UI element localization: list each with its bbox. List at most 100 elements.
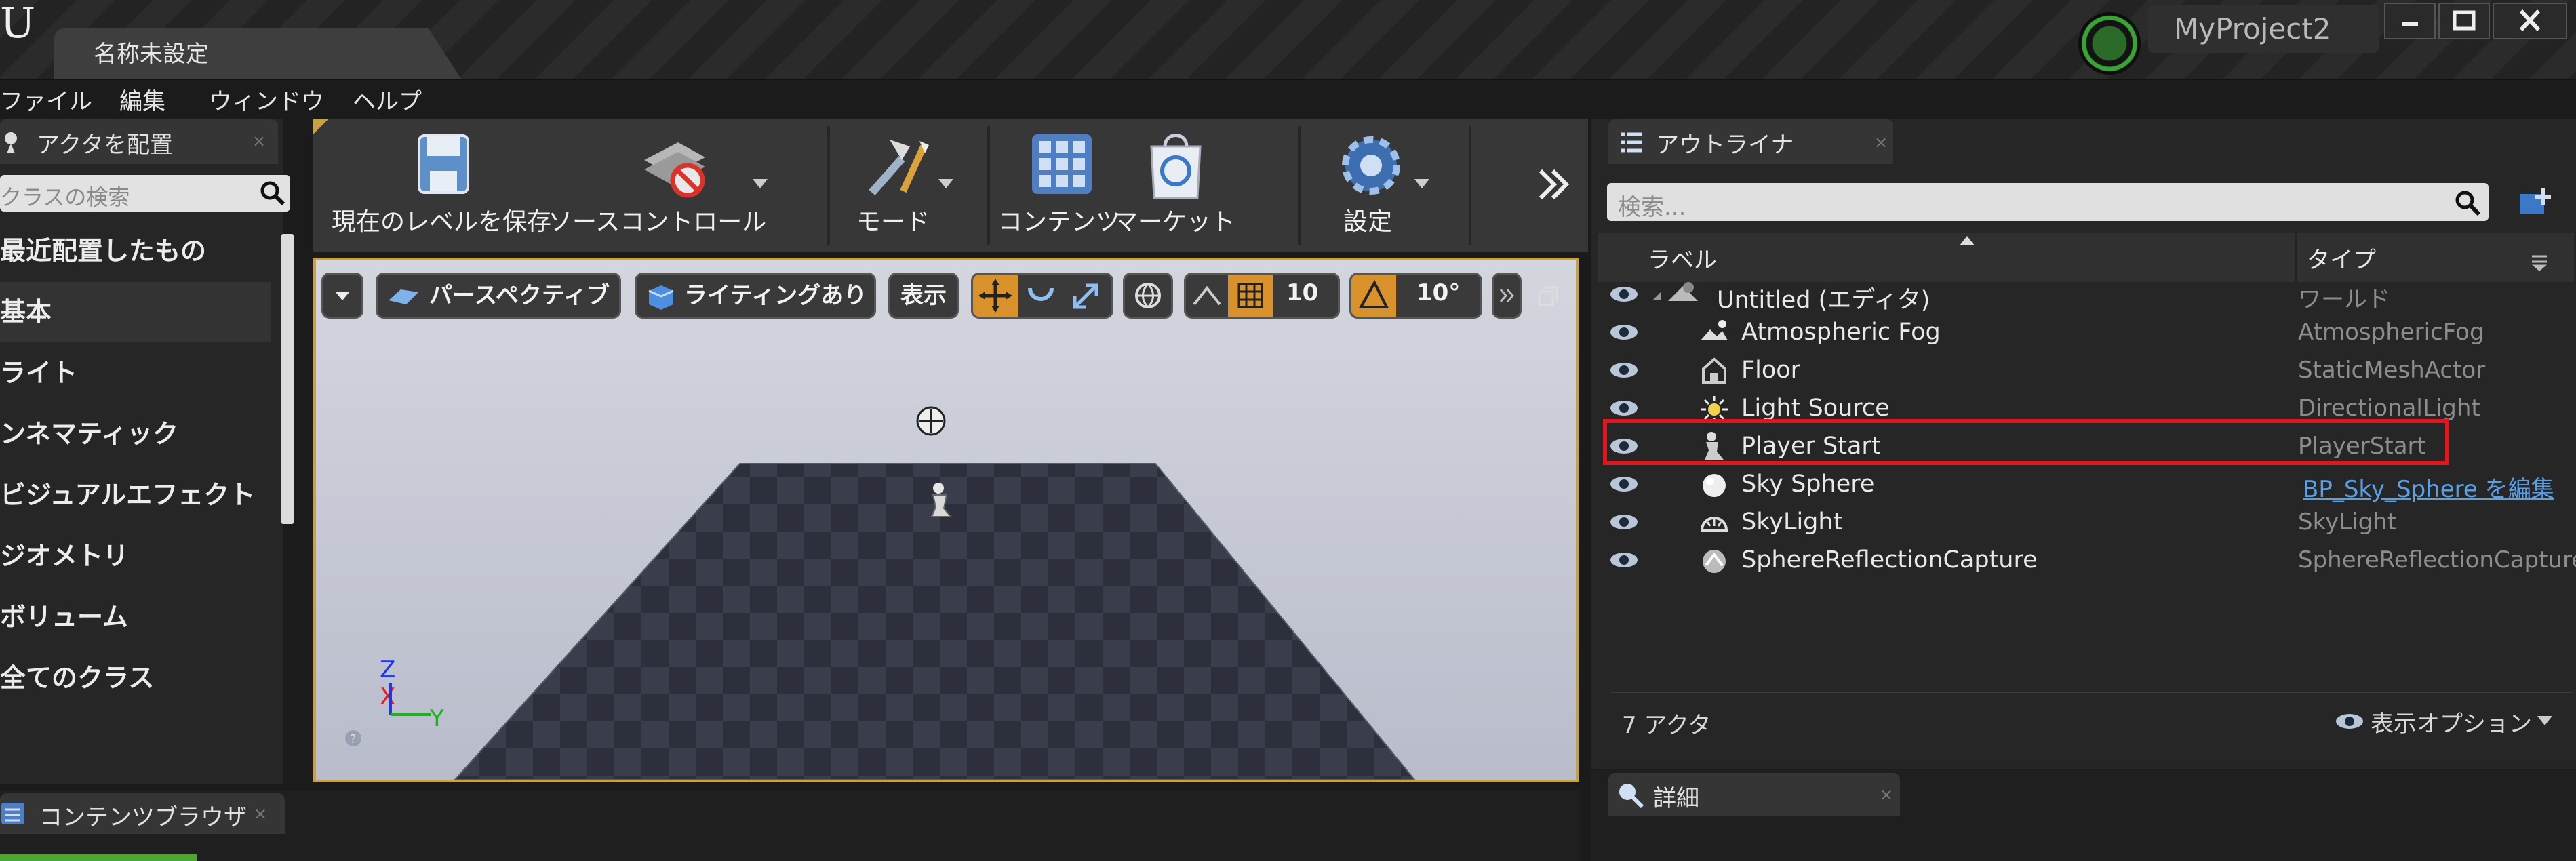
- category-cinematic[interactable]: ンネマティック: [0, 404, 271, 464]
- visibility-eye-icon[interactable]: [1607, 545, 1641, 575]
- minimize-button[interactable]: [2384, 3, 2436, 39]
- outliner-search-placeholder: 検索...: [1618, 194, 1686, 221]
- rotate-icon[interactable]: [1021, 281, 1061, 311]
- maximize-button[interactable]: [2438, 3, 2490, 39]
- lighting-button[interactable]: ライティングあり: [635, 273, 876, 319]
- unreal-logo: U: [0, 0, 36, 47]
- save-level-button[interactable]: 現在のレベルを保存: [330, 119, 553, 252]
- modes-label: モード: [856, 208, 930, 236]
- toolbar-overflow-icon[interactable]: [1534, 164, 1574, 205]
- modes-button[interactable]: モード: [842, 119, 957, 252]
- visibility-eye-icon[interactable]: [1607, 355, 1641, 385]
- dropdown-arrow-icon: [753, 179, 768, 188]
- axis-gizmo: [389, 683, 431, 716]
- document-tab[interactable]: 名称未設定: [54, 28, 461, 79]
- row-type: AtmosphericFog: [2298, 319, 2484, 346]
- view-options-button[interactable]: 表示オプション: [2333, 705, 2556, 739]
- settings-button[interactable]: 設定: [1310, 119, 1432, 252]
- source-control-button[interactable]: ソースコントロール: [548, 119, 772, 252]
- translate-tool[interactable]: [973, 275, 1018, 317]
- fog-icon: [1701, 320, 1728, 340]
- row-label: Floor: [1741, 357, 1801, 384]
- world-local-toggle[interactable]: [1123, 273, 1173, 319]
- sort-ascending-icon: [1960, 236, 1975, 245]
- help-icon[interactable]: ?: [343, 728, 363, 748]
- close-button[interactable]: [2493, 3, 2567, 39]
- rotation-snap-toggle[interactable]: [1351, 275, 1396, 317]
- content-browser-tab[interactable]: コンテンツブラウザ ×: [0, 793, 285, 834]
- menu-edit[interactable]: 編集: [119, 83, 165, 116]
- expand-arrow-icon[interactable]: [1650, 279, 1664, 309]
- category-basic[interactable]: 基本: [0, 282, 271, 342]
- edit-blueprint-link[interactable]: BP_Sky_Sphere を編集: [2303, 470, 2554, 504]
- visibility-eye-icon[interactable]: [1607, 279, 1641, 309]
- label-column-header[interactable]: ラベル: [1648, 241, 1717, 275]
- create-folder-icon[interactable]: [2516, 184, 2556, 221]
- visibility-eye-icon[interactable]: [1607, 317, 1641, 347]
- column-dropdown-icon[interactable]: [2529, 254, 2550, 271]
- main-toolbar: 現在のレベルを保存 ソースコントロール モード コンテンツ マーケット 設定: [313, 119, 1588, 252]
- search-icon: [260, 181, 285, 206]
- row-type: StaticMeshActor: [2298, 357, 2486, 384]
- outliner-row[interactable]: Floor StaticMeshActor: [1598, 353, 2576, 391]
- column-divider[interactable]: [2295, 233, 2297, 282]
- close-tab-icon[interactable]: ×: [252, 132, 266, 151]
- menu-window[interactable]: ウィンドウ: [209, 83, 324, 116]
- grid-snap-toggle[interactable]: [1228, 275, 1273, 317]
- show-button[interactable]: 表示: [888, 273, 959, 319]
- menu-help[interactable]: ヘルプ: [353, 83, 422, 116]
- globe-icon: [1135, 283, 1161, 309]
- content-button[interactable]: コンテンツ: [998, 119, 1120, 252]
- close-tab-icon[interactable]: ×: [1874, 133, 1888, 152]
- visibility-eye-icon[interactable]: [1607, 469, 1641, 499]
- close-tab-icon[interactable]: ×: [1880, 785, 1893, 804]
- magnifier-icon: [1619, 784, 1644, 809]
- perspective-label: パースペクティブ: [429, 282, 610, 309]
- category-geometry[interactable]: ジオメトリ: [0, 526, 271, 586]
- category-all-classes[interactable]: 全てのクラス: [0, 648, 271, 708]
- viewport-scene: [316, 260, 1576, 780]
- dropdown-arrow-icon: [2537, 716, 2552, 725]
- visibility-eye-icon[interactable]: [1607, 507, 1641, 537]
- outliner-row[interactable]: Atmospheric Fog AtmosphericFog: [1598, 315, 2576, 353]
- gear-icon: [1342, 136, 1400, 195]
- viewport-more-button[interactable]: [1492, 273, 1522, 319]
- camera-icon: [389, 289, 418, 304]
- close-tab-icon[interactable]: ×: [254, 804, 267, 823]
- grid-snap-value[interactable]: 10: [1286, 272, 1318, 314]
- outliner-search-input[interactable]: 検索...: [1607, 183, 2489, 221]
- add-new-button[interactable]: [0, 854, 197, 861]
- outliner-row[interactable]: SkyLight SkyLight: [1598, 504, 2576, 542]
- viewport-options-button[interactable]: [321, 273, 363, 319]
- outliner-row[interactable]: Sky Sphere BP_Sky_Sphere を編集: [1598, 466, 2576, 504]
- search-icon: [2455, 191, 2481, 216]
- outliner-row[interactable]: SphereReflectionCapture SphereReflection…: [1598, 542, 2576, 580]
- surface-snap-icon[interactable]: [1190, 280, 1224, 313]
- type-column-header[interactable]: タイプ: [2307, 241, 2376, 275]
- maximize-viewport-icon[interactable]: [1537, 285, 1561, 309]
- eye-icon: [2336, 714, 2363, 729]
- place-actors-tab[interactable]: アクタを配置 ×: [0, 119, 278, 164]
- category-scrollbar[interactable]: [281, 234, 294, 524]
- perspective-button[interactable]: パースペクティブ: [376, 273, 621, 319]
- category-visual-effects[interactable]: ビジュアルエフェクト: [0, 465, 271, 525]
- details-tab[interactable]: 詳細 ×: [1608, 773, 1900, 816]
- rotation-snap-value[interactable]: 10°: [1416, 272, 1460, 314]
- level-viewport[interactable]: パースペクティブ ライティングあり 表示 10 10° Z X Y ?: [313, 258, 1579, 782]
- place-actors-tab-label: アクタを配置: [37, 132, 173, 159]
- marketplace-button[interactable]: マーケット: [1113, 119, 1235, 252]
- category-lights[interactable]: ライト: [0, 343, 271, 403]
- menu-bar: ファイル 編集 ウィンドウ ヘルプ: [0, 80, 2576, 118]
- outliner-row[interactable]: Untitled (エディタ) ワールド: [1598, 277, 2576, 315]
- angle-icon: [1358, 279, 1389, 308]
- scale-icon[interactable]: [1065, 281, 1106, 311]
- row-label: Light Source: [1741, 395, 1890, 422]
- corner-marker-icon: [313, 119, 328, 134]
- class-search-input[interactable]: クラスの検索: [0, 175, 290, 212]
- rotation-snap-group: 10°: [1349, 273, 1482, 319]
- toolbar-separator: [1469, 126, 1471, 245]
- category-volumes[interactable]: ボリューム: [0, 587, 271, 647]
- menu-file[interactable]: ファイル: [0, 83, 92, 116]
- outliner-tab[interactable]: アウトライナ ×: [1608, 119, 1893, 164]
- category-recent[interactable]: 最近配置したもの: [0, 221, 271, 281]
